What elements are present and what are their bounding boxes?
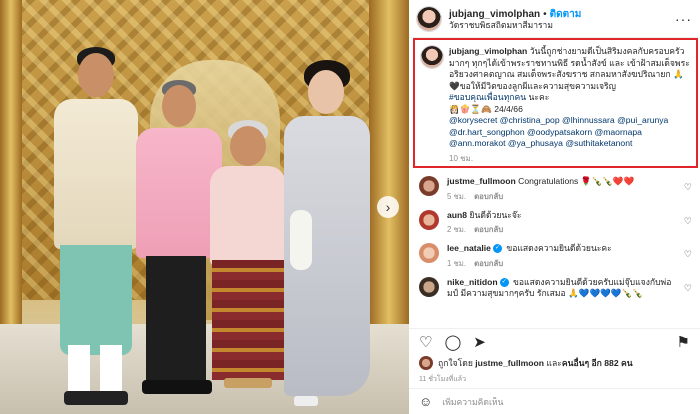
comment-text: Congratulations 🌹🍾🍾❤️❤️	[518, 176, 635, 186]
comment-time[interactable]: 2 ชม.	[447, 225, 466, 234]
likes-others[interactable]: คนอื่นๆ อีก 882 คน	[562, 358, 633, 368]
caption-hashtag[interactable]: #ขอบคุณเพื่อนทุกคน	[449, 92, 526, 102]
header-text: jubjang_vimolphan • ติดตาม วัดราชบพิธสถิตม…	[449, 7, 675, 31]
likes-summary: ถูกใจโดย justme_fullmoon และคนอื่นๆ อีก …	[409, 356, 700, 370]
person-1	[50, 45, 140, 414]
caption-tag[interactable]: @ann.morakot	[449, 138, 506, 148]
likes-text: ถูกใจโดย justme_fullmoon และคนอื่นๆ อีก …	[438, 356, 633, 370]
comment-item: justme_fullmoon Congratulations 🌹🍾🍾❤️❤️ …	[409, 172, 700, 206]
likes-middle: และ	[544, 358, 562, 368]
commenter-avatar[interactable]	[419, 209, 439, 230]
comment-username[interactable]: aun8	[447, 210, 467, 220]
comment-item: aun8 ยินดีด้วยนะจ๊ะ 2 ชม. ตอบกลับ ♡	[409, 206, 700, 240]
liker-avatar[interactable]	[419, 356, 433, 370]
reply-button[interactable]: ตอบกลับ	[474, 259, 503, 268]
comment-username[interactable]: nike_nitidon	[447, 277, 498, 287]
comment-time[interactable]: 5 ชม.	[447, 192, 466, 201]
caption-avatar[interactable]	[420, 45, 444, 69]
heart-icon[interactable]: ♡	[684, 216, 692, 227]
post-sidebar: jubjang_vimolphan • ติดตาม วัดราชบพิธสถิตม…	[409, 0, 700, 414]
liker-username[interactable]: justme_fullmoon	[475, 358, 544, 368]
caption-hashtag-suffix: นะคะ	[526, 92, 550, 102]
verified-badge-icon: ✓	[499, 277, 509, 287]
caption-tag[interactable]: @ya_phusaya	[508, 138, 563, 148]
comment-item: lee_natalie ✓ ขอแสดงความยินดีด้วยนะคะ 1 ช…	[409, 239, 700, 273]
author-avatar[interactable]	[416, 5, 442, 32]
caption: jubjang_vimolphan วันนี้ถูกช่างยามดีเป็น…	[420, 45, 690, 165]
caption-tag[interactable]: @dr.hart_songphon	[449, 127, 525, 137]
separator-dot: •	[543, 8, 547, 20]
caption-tag[interactable]: @christina_pop	[500, 115, 560, 125]
author-username[interactable]: jubjang_vimolphan	[449, 9, 540, 20]
more-icon[interactable]: ···	[675, 11, 692, 27]
caption-time[interactable]: 10 ชม.	[449, 152, 690, 165]
caption-tag[interactable]: @korysecret	[449, 115, 497, 125]
comment-item: nike_nitidon ✓ ขอแสดงความยินดีด้วยครับแม่…	[409, 273, 700, 303]
comment-time[interactable]: 1 ชม.	[447, 259, 466, 268]
comment-username[interactable]: lee_natalie	[447, 243, 491, 253]
caption-tag[interactable]: @oodypatsakorn	[527, 127, 592, 137]
caption-highlight: jubjang_vimolphan วันนี้ถูกช่างยามดีเป็น…	[413, 38, 698, 168]
reply-button[interactable]: ตอบกลับ	[474, 225, 503, 234]
comment-text: ยินดีด้วยนะจ๊ะ	[469, 209, 522, 220]
person-4	[280, 60, 372, 414]
next-photo-button[interactable]: ›	[377, 196, 399, 218]
emoji-icon[interactable]: ☺	[419, 394, 432, 409]
post-photo[interactable]: ›	[0, 0, 409, 414]
instagram-post: › jubjang_vimolphan • ติดตาม วัดราชบพิธสถิ…	[0, 0, 700, 414]
add-comment-bar: ☺	[409, 388, 700, 414]
caption-emoji-line: 👸🏻🍿⏳🙈 24/4/66	[449, 103, 523, 114]
share-icon[interactable]: ➤	[473, 333, 486, 351]
post-location[interactable]: วัดราชบพิธสถิตมหาสีมาราม	[449, 20, 675, 31]
commenter-avatar[interactable]	[419, 176, 439, 196]
comment-list: justme_fullmoon Congratulations 🌹🍾🍾❤️❤️ …	[409, 172, 700, 303]
verified-badge-icon: ✓	[492, 244, 502, 254]
heart-icon[interactable]: ♡	[684, 182, 692, 193]
heart-icon[interactable]: ♡	[684, 283, 692, 294]
comment-input[interactable]	[442, 396, 690, 407]
reply-button[interactable]: ตอบกลับ	[474, 192, 503, 201]
caption-tag[interactable]: @lhinnussara	[562, 115, 615, 125]
likes-prefix: ถูกใจโดย	[438, 358, 476, 368]
person-3	[208, 120, 288, 414]
follow-button[interactable]: ติดตาม	[550, 9, 582, 20]
caption-body: jubjang_vimolphan วันนี้ถูกช่างยามดีเป็น…	[449, 46, 690, 150]
heart-icon[interactable]: ♡	[684, 249, 692, 260]
commenter-avatar[interactable]	[419, 243, 439, 263]
heart-icon[interactable]: ♡	[419, 333, 432, 351]
caption-username[interactable]: jubjang_vimolphan	[449, 46, 527, 56]
comment-text: ขอแสดงความยินดีด้วยนะคะ	[506, 243, 612, 253]
post-date[interactable]: 11 ชั่วโมงที่แล้ว	[419, 374, 466, 385]
commenter-avatar[interactable]	[419, 276, 439, 297]
post-header: jubjang_vimolphan • ติดตาม วัดราชบพิธสถิตม…	[409, 0, 700, 38]
comment-username[interactable]: justme_fullmoon	[447, 176, 516, 186]
action-bar: ♡ ◯ ➤ ⚑	[409, 328, 700, 354]
comment-icon[interactable]: ◯	[444, 333, 461, 351]
caption-tag[interactable]: @suthitaketanont	[565, 138, 632, 148]
caption-tag[interactable]: @pui_arunya	[617, 115, 668, 125]
caption-tag[interactable]: @maornapa	[595, 127, 642, 137]
bookmark-icon[interactable]: ⚑	[677, 333, 690, 351]
